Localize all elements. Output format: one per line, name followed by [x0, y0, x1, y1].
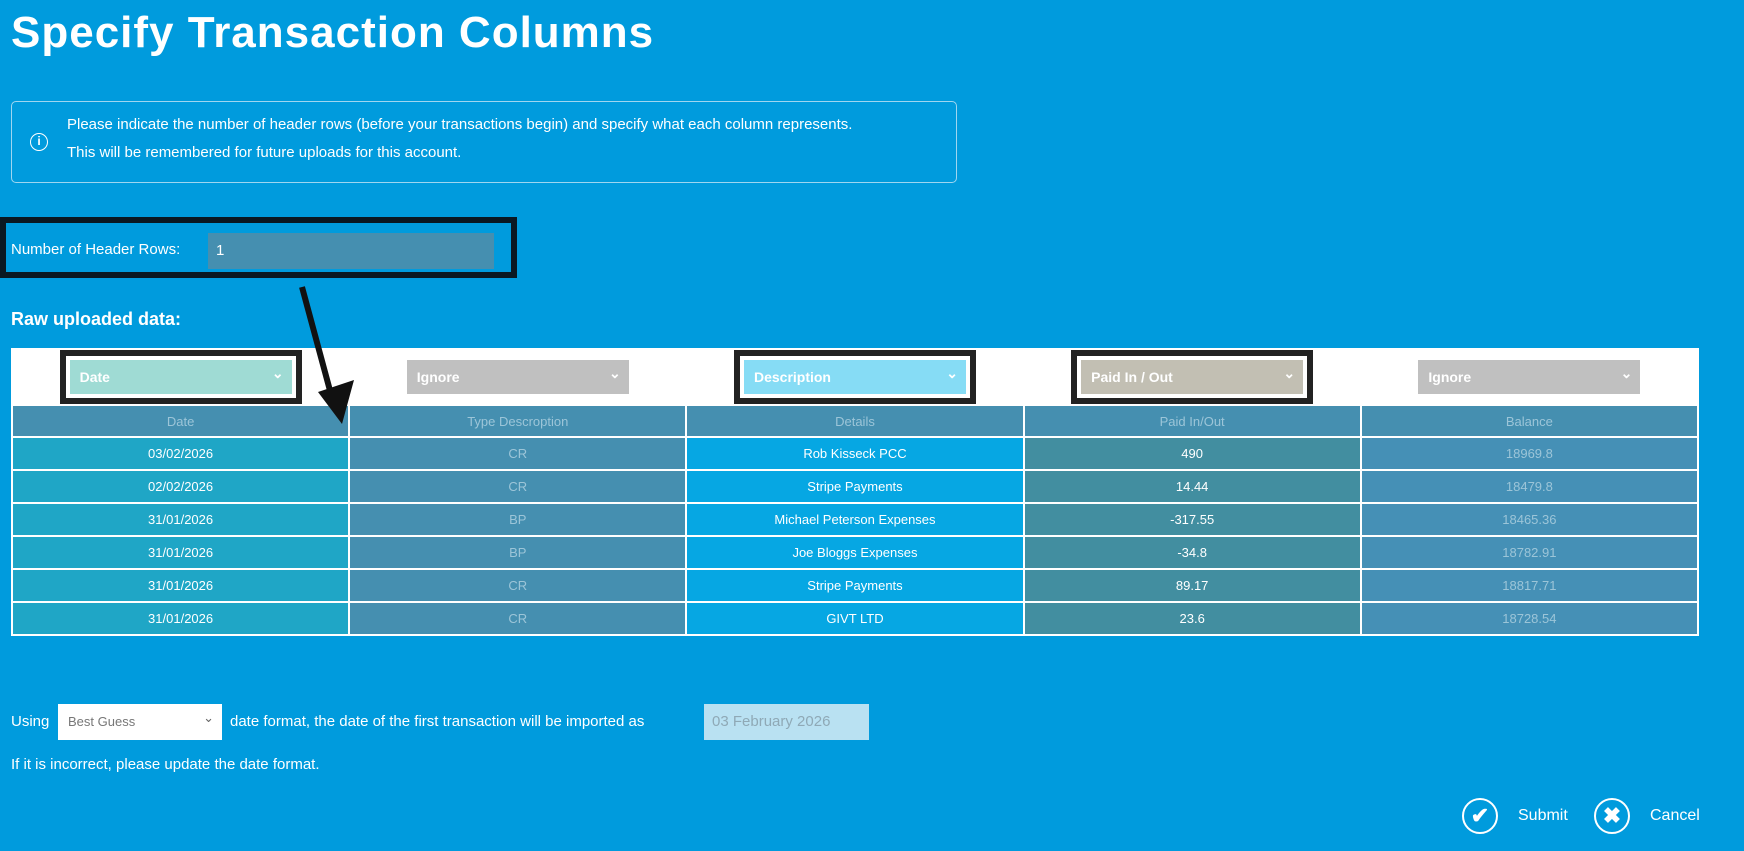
annotation-arrow [299, 286, 354, 424]
